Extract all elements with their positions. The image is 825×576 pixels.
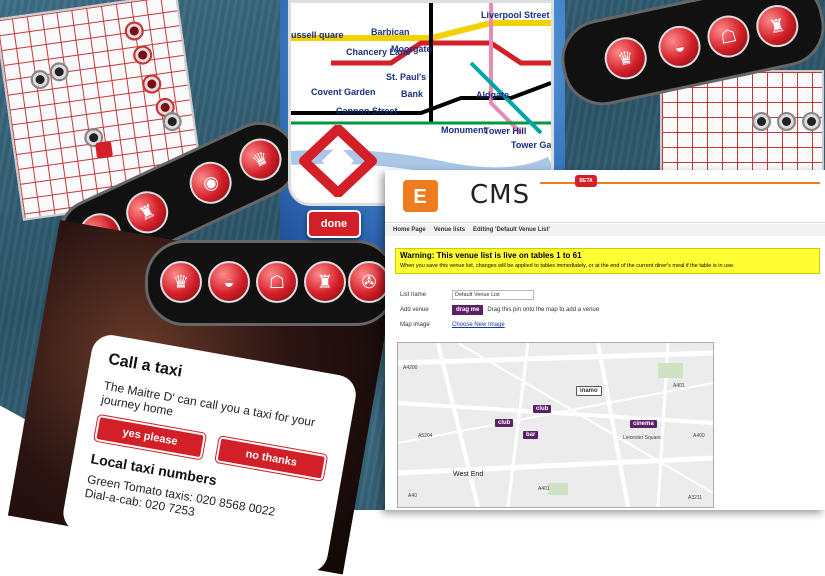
cms-header: E CMS BETA [385, 170, 825, 223]
target-icon[interactable] [802, 112, 821, 131]
cloche-icon[interactable]: ◒ [654, 21, 705, 72]
table-icon[interactable]: ☖ [256, 261, 298, 303]
table-icon[interactable]: ☖ [703, 11, 754, 62]
venue-pin[interactable]: inamo [576, 386, 602, 396]
pointer-hand-icon [94, 140, 114, 159]
map-image-label: Map image [400, 322, 430, 328]
hat-icon[interactable]: ♜ [752, 1, 803, 52]
warning-title: Warning: This venue list is live on tabl… [400, 251, 582, 260]
road-label: A5204 [418, 433, 433, 439]
map-streets [398, 343, 713, 507]
choose-image-link[interactable]: Choose New Image [452, 322, 505, 328]
road-label: A400 [693, 433, 705, 439]
road-label: A401 [538, 486, 550, 492]
breadcrumb: Home Page Venue lists Editing 'Default V… [385, 224, 825, 236]
target-icon[interactable] [131, 44, 154, 66]
list-name-input[interactable]: Default Venue List [452, 290, 534, 300]
station-label: Liverpool Street [481, 10, 550, 20]
venue-pin[interactable]: club [495, 419, 514, 427]
add-venue-label: Add venue [400, 307, 429, 313]
cms-window: E CMS BETA Home Page Venue lists Editing… [385, 170, 825, 510]
drag-hint: Drag this pin onto the map to add a venu… [487, 307, 600, 313]
road-label: A40 [408, 493, 417, 499]
hat-icon[interactable]: ♜ [304, 261, 346, 303]
target-icon[interactable] [29, 68, 51, 91]
station-label: Tower Hill [484, 126, 527, 136]
list-name-label: List name [400, 292, 427, 298]
breadcrumb-home[interactable]: Home Page [393, 227, 426, 233]
road-label: A4200 [403, 365, 418, 371]
station-label: ussell quare [291, 30, 344, 40]
cms-title: CMS [470, 180, 531, 210]
swirl-logo-icon [299, 125, 377, 197]
wine-icon[interactable]: ♛ [600, 33, 651, 84]
dish-tray: ♛ ◒ ☖ ♜ ✇ [145, 240, 396, 326]
road-label: A3211 [688, 495, 703, 501]
station-label: Tower Gateway [511, 140, 554, 150]
station-label: Bank [401, 89, 424, 99]
area-label: West End [453, 471, 484, 478]
etable-logo-icon: E [403, 180, 438, 212]
target-icon[interactable] [777, 112, 796, 131]
road-label: A401 [673, 383, 685, 389]
target-icon[interactable] [48, 61, 70, 83]
target-icon[interactable] [141, 73, 163, 95]
station-label: Barbican [371, 27, 410, 37]
taxi-icon[interactable]: ✇ [348, 261, 390, 303]
dish-icon[interactable]: ◉ [182, 154, 239, 211]
done-button[interactable]: done [307, 210, 361, 238]
warning-banner: Warning: This venue list is live on tabl… [395, 248, 820, 274]
wine-icon[interactable]: ♛ [160, 261, 202, 303]
venue-pin[interactable]: club [533, 405, 552, 413]
station-label: Monument [441, 125, 487, 135]
station-label: Cannon Street [336, 106, 398, 116]
river-label: River Thames [466, 154, 526, 164]
venue-pin[interactable]: cinema [630, 420, 657, 428]
target-icon[interactable] [752, 112, 771, 131]
svg-text:E: E [413, 186, 426, 208]
breadcrumb-venue-lists[interactable]: Venue lists [434, 227, 465, 233]
area-label: Leicester Square [623, 435, 661, 441]
target-icon[interactable] [123, 20, 145, 42]
venue-pin[interactable]: bar [523, 431, 539, 439]
cloche-icon[interactable]: ◒ [208, 261, 250, 303]
breadcrumb-current: Editing 'Default Venue List' [473, 227, 550, 233]
venue-map[interactable]: A4200 A5204 A401 West End Leicester Squa… [397, 342, 714, 508]
beta-badge: BETA [575, 175, 597, 187]
warning-text: When you save this venue list, changes w… [400, 263, 735, 269]
add-venue-row: Add venue drag me Drag this pin onto the… [400, 305, 599, 315]
station-label: Aldgate [476, 90, 510, 100]
wine-icon[interactable]: ♛ [232, 131, 289, 188]
target-icon[interactable] [161, 110, 183, 133]
drag-me-pin[interactable]: drag me [452, 305, 484, 315]
station-label: Chancery Lane [346, 47, 411, 57]
map-image-row: Map image Choose New Image [400, 322, 505, 328]
list-name-row: List name Default Venue List [400, 290, 534, 300]
station-label: St. Paul's [386, 72, 427, 82]
station-label: Covent Garden [311, 87, 376, 97]
